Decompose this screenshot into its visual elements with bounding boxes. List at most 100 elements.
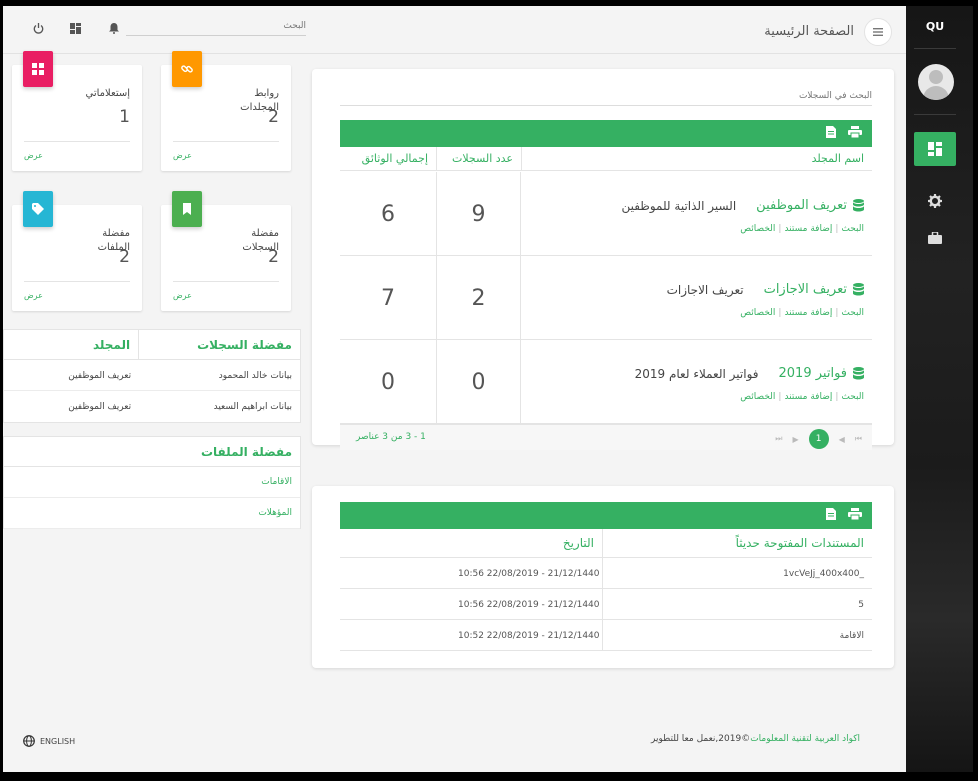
search-link[interactable]: البحث (841, 224, 864, 234)
database-icon (853, 283, 864, 296)
table-row[interactable]: الاقامة 10:52 22/08/2019 - 21/12/1440 (340, 620, 872, 651)
print-icon[interactable] (848, 508, 862, 520)
folder-description: فواتير العملاء لعام 2019 (634, 366, 759, 381)
row-actions: البحث|إضافة مستند|الخصائص (740, 224, 864, 234)
search-bar (126, 18, 306, 36)
brand-logo: QU (925, 20, 945, 33)
briefcase-nav-button[interactable] (906, 232, 964, 244)
file-link[interactable]: الاقامات (4, 467, 300, 498)
folder-name-link[interactable]: تعريف الموظفين (756, 198, 847, 213)
search-link[interactable]: البحث (841, 392, 864, 402)
column-header: مفضلة الملفات (200, 445, 292, 459)
prev-page-icon[interactable]: ◀ (839, 435, 845, 444)
documents-total: 0 (381, 370, 395, 395)
table-row[interactable]: بيانات ابراهيم السعيد تعريف الموظفين (4, 391, 300, 422)
sidebar-divider (914, 48, 956, 49)
add-document-link[interactable]: إضافة مستند (784, 308, 832, 318)
table-row[interactable]: 5 10:56 22/08/2019 - 21/12/1440 (340, 589, 872, 620)
column-header: عدد السجلات (436, 147, 521, 170)
records-table-header: اسم المجلد عدد السجلات إجمالي الوثائق (340, 147, 872, 171)
language-switch[interactable]: ENGLISH (23, 735, 75, 747)
stat-value: 2 (268, 247, 279, 267)
sidebar-divider (914, 114, 956, 115)
current-page-button[interactable]: 1 (808, 429, 829, 449)
search-input[interactable] (126, 21, 306, 31)
stat-value: 1 (119, 107, 130, 127)
column-header: التاريخ (562, 536, 594, 550)
table-row[interactable]: تعريف الموظفين السير الذاتية للموظفين ال… (340, 172, 872, 256)
properties-link[interactable]: الخصائص (740, 392, 775, 402)
copyright-text: ©2019,نعمل معا للتطوير (651, 734, 751, 744)
row-actions: البحث|إضافة مستند|الخصائص (740, 308, 864, 318)
recent-toolbar (340, 502, 872, 529)
export-icon[interactable] (826, 508, 836, 520)
link-icon (181, 65, 193, 73)
dashboard-icon (70, 23, 81, 34)
properties-link[interactable]: الخصائص (740, 308, 775, 318)
fav-files-table: مفضلة الملفات الاقامات المؤهلات (3, 436, 301, 529)
document-date: 10:56 22/08/2019 - 21/12/1440 (458, 600, 600, 610)
stat-title: إستعلاماتي (85, 88, 131, 99)
add-document-link[interactable]: إضافة مستند (784, 224, 832, 234)
divider (24, 281, 130, 282)
apps-button[interactable] (70, 23, 81, 37)
app-frame: QU الصفحة الرئيسية البحث روابط المجلدات … (3, 6, 973, 772)
record-count: 9 (436, 172, 521, 256)
record-name: بيانات ابراهيم السعيد (213, 402, 292, 412)
table-row[interactable]: 1vcVeJj_400x400_ 10:56 22/08/2019 - 21/1… (340, 558, 872, 589)
logout-button[interactable] (33, 23, 44, 37)
document-name: الاقامة (839, 631, 864, 641)
menu-toggle-button[interactable] (864, 18, 892, 46)
records-search-input[interactable] (340, 91, 872, 101)
divider (173, 281, 279, 282)
file-link[interactable]: المؤهلات (4, 498, 300, 529)
print-icon[interactable] (848, 126, 862, 138)
records-search-field[interactable] (340, 88, 872, 106)
stat-badge (23, 51, 53, 87)
properties-link[interactable]: الخصائص (740, 224, 775, 234)
tag-icon (32, 203, 44, 215)
next-page-icon[interactable]: ▶ (792, 435, 798, 444)
database-icon (853, 199, 864, 212)
table-row[interactable]: تعريف الاجازات تعريف الاجازات البحث|إضاف… (340, 256, 872, 340)
grid-icon (32, 63, 44, 75)
stat-card-fav-records: مفضلة السجلات 2 عرض (161, 191, 291, 311)
company-link[interactable]: اكواد العربية لتقنية المعلومات (750, 734, 860, 744)
column-header: مفضلة السجلات (197, 338, 292, 352)
user-avatar[interactable] (918, 64, 954, 100)
record-count: 2 (436, 256, 521, 340)
view-link[interactable]: عرض (173, 291, 192, 300)
view-link[interactable]: عرض (173, 151, 192, 160)
hamburger-icon (873, 28, 883, 36)
divider (173, 141, 279, 142)
add-document-link[interactable]: إضافة مستند (784, 392, 832, 402)
dashboard-nav-button[interactable] (914, 132, 956, 166)
search-link[interactable]: البحث (841, 308, 864, 318)
table-header: مفضلة السجلات المجلد (4, 330, 300, 360)
language-label: ENGLISH (40, 736, 76, 746)
first-page-icon[interactable]: ⏮ (855, 434, 862, 444)
view-link[interactable]: عرض (24, 151, 43, 160)
export-icon[interactable] (826, 126, 836, 138)
stat-card-folder-links: روابط المجلدات 2 عرض (161, 51, 291, 171)
folder-name-link[interactable]: تعريف الاجازات (764, 282, 847, 297)
table-row[interactable]: بيانات خالد المحمود تعريف الموظفين (4, 360, 300, 391)
stat-card-fav-files: مفضلة الملفات 2 عرض (12, 191, 142, 311)
record-folder: تعريف الموظفين (68, 371, 132, 381)
records-toolbar (340, 120, 872, 147)
divider (24, 141, 130, 142)
notifications-button[interactable] (109, 23, 119, 37)
pagination: 1 - 3 من 3 عناصر ⏭ ▶ 1 ◀ ⏮ (340, 424, 872, 450)
record-folder: تعريف الموظفين (68, 402, 132, 412)
documents-total: 7 (381, 286, 395, 311)
settings-nav-button[interactable] (906, 194, 964, 208)
stat-value: 2 (119, 247, 130, 267)
dashboard-icon (928, 142, 942, 156)
column-header: المستندات المفتوحة حديثاً (602, 529, 872, 557)
view-link[interactable]: عرض (24, 291, 43, 300)
table-row[interactable]: فواتير 2019 فواتير العملاء لعام 2019 الب… (340, 340, 872, 424)
last-page-icon[interactable]: ⏭ (775, 434, 782, 444)
stat-badge (23, 191, 53, 227)
record-name: بيانات خالد المحمود (218, 371, 292, 381)
folder-name-link[interactable]: فواتير 2019 (779, 366, 847, 381)
